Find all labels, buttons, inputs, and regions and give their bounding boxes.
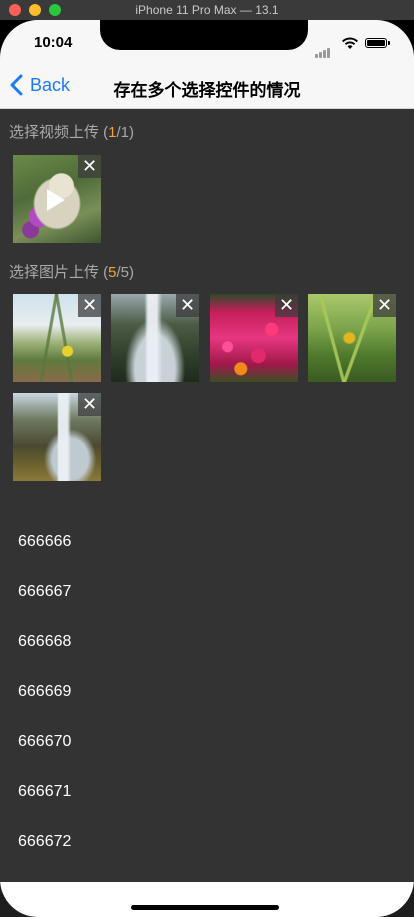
- remove-image-button[interactable]: ✕: [78, 294, 101, 317]
- play-icon: [47, 189, 65, 211]
- remove-image-button[interactable]: ✕: [176, 294, 199, 317]
- image-thumbnail[interactable]: ✕: [111, 294, 199, 382]
- image-label-max: /5): [116, 264, 135, 281]
- window-title: iPhone 11 Pro Max — 13.1: [135, 3, 279, 17]
- list-item[interactable]: 666672: [18, 833, 71, 851]
- status-bar: 10:04: [0, 20, 414, 64]
- home-indicator[interactable]: [131, 905, 279, 910]
- device-screen: 10:04 Back 存在多个选择控件的情况 选择视频上传 (1/1) ✕ 选择…: [0, 20, 414, 917]
- list-item[interactable]: 666671: [18, 783, 71, 801]
- status-time: 10:04: [34, 34, 73, 51]
- page-title: 存在多个选择控件的情况: [113, 81, 301, 100]
- remove-video-button[interactable]: ✕: [78, 155, 101, 178]
- image-thumbnail[interactable]: ✕: [13, 393, 101, 481]
- home-indicator-area: [0, 882, 414, 917]
- image-section-label: 选择图片上传 (5/5): [9, 261, 134, 282]
- navigation-bar: Back 存在多个选择控件的情况: [0, 64, 414, 109]
- cellular-signal-icon: [315, 40, 331, 58]
- list-item[interactable]: 666668: [18, 633, 71, 651]
- remove-image-button[interactable]: ✕: [373, 294, 396, 317]
- battery-icon: [365, 38, 390, 48]
- list-item[interactable]: 666667: [18, 583, 71, 601]
- simulator-title-bar: iPhone 11 Pro Max — 13.1: [0, 0, 414, 21]
- remove-image-button[interactable]: ✕: [275, 294, 298, 317]
- image-thumbnail[interactable]: ✕: [308, 294, 396, 382]
- image-thumbnail[interactable]: ✕: [13, 294, 101, 382]
- content-area[interactable]: 选择视频上传 (1/1) ✕ 选择图片上传 (5/5) ✕ ✕ ✕ ✕ ✕ 66…: [0, 109, 414, 917]
- list-item[interactable]: 666666: [18, 533, 71, 551]
- device-notch: [100, 20, 308, 50]
- video-count: 1: [108, 124, 117, 141]
- image-label-text: 选择图片上传 (: [9, 264, 109, 281]
- list-item[interactable]: 666669: [18, 683, 71, 701]
- video-label-max: /1): [116, 124, 135, 141]
- list-item[interactable]: 666670: [18, 733, 71, 751]
- video-label-text: 选择视频上传 (: [9, 124, 109, 141]
- image-thumbnail[interactable]: ✕: [210, 294, 298, 382]
- wifi-icon: [342, 37, 358, 49]
- video-thumbnail[interactable]: ✕: [13, 155, 101, 243]
- remove-image-button[interactable]: ✕: [78, 393, 101, 416]
- image-count: 5: [108, 264, 117, 281]
- video-section-label: 选择视频上传 (1/1): [9, 121, 134, 142]
